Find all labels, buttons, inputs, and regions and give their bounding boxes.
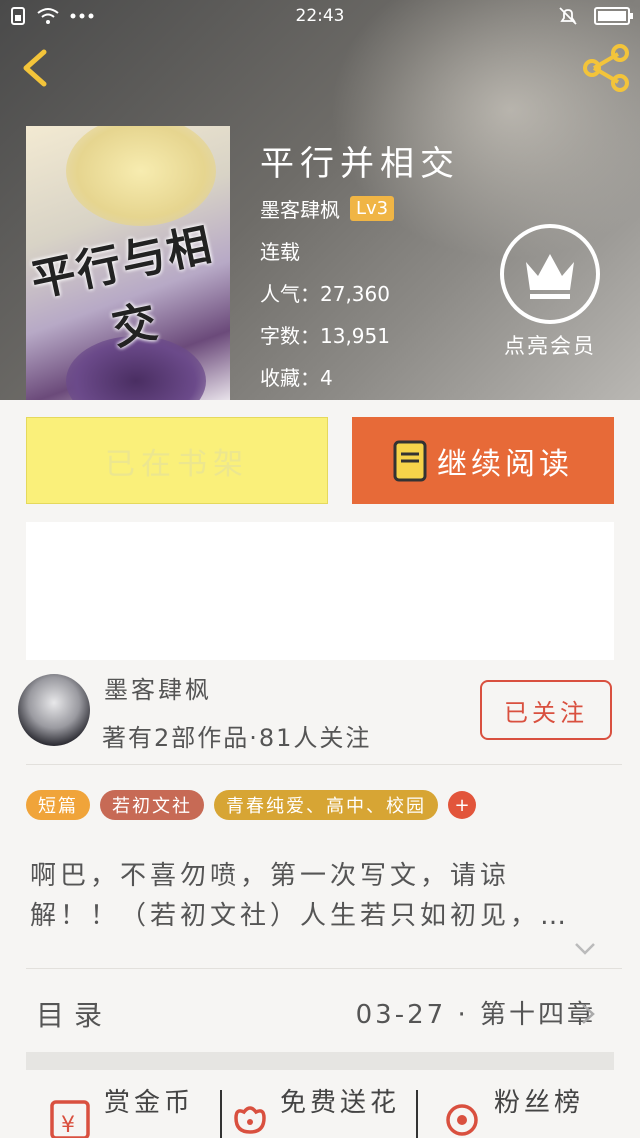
tag-genre[interactable]: 短篇	[26, 790, 90, 820]
share-button[interactable]	[580, 42, 632, 94]
mute-bell-icon	[559, 7, 577, 25]
tag-club[interactable]: 若初文社	[100, 790, 204, 820]
word-count: 字数：13,951	[260, 324, 390, 348]
battery-icon	[594, 7, 633, 25]
book-header: 22:43 平行与相交 平行并相交 墨客肆枫 Lv3 连载 人气：27,360 …	[0, 0, 640, 400]
toc-row[interactable]: 目录 03-27 · 第十四章	[0, 972, 640, 1052]
svg-text:¥: ¥	[61, 1113, 79, 1138]
divider	[26, 968, 622, 969]
author-section: 墨客肆枫 著有2部作品·81人关注 已关注	[0, 660, 640, 764]
follow-button[interactable]: 已关注	[480, 680, 612, 740]
continue-reading-label: 继续阅读	[437, 446, 573, 482]
latest-chapter: 03-27 · 第十四章	[355, 1000, 596, 1030]
favorites: 收藏：4	[260, 366, 333, 390]
book-cover[interactable]: 平行与相交	[26, 126, 230, 400]
level-badge: Lv3	[350, 196, 395, 221]
flower-icon	[234, 1106, 266, 1134]
status-bar: 22:43	[0, 0, 640, 32]
synopsis-line: 解！！（若初文社）人生若只如初见，…	[30, 901, 571, 931]
chevron-right-icon	[582, 1004, 595, 1024]
continue-reading-button[interactable]: 继续阅读	[352, 417, 614, 504]
cover-title: 平行与相交	[26, 219, 218, 356]
on-shelf-button[interactable]: 已在书架	[26, 417, 328, 504]
section-gap	[26, 1052, 614, 1070]
back-button[interactable]	[16, 44, 56, 92]
book-title: 平行并相交	[260, 144, 460, 184]
reward-button[interactable]: ¥ 赏金币	[46, 1082, 194, 1138]
add-tag-button[interactable]: +	[448, 791, 476, 819]
bottom-actions: ¥ 赏金币 免费送花 粉丝榜	[0, 1082, 640, 1138]
red-envelope-icon: ¥	[50, 1100, 90, 1138]
send-flowers-button[interactable]: 免费送花	[230, 1082, 400, 1138]
toc-label: 目录	[36, 999, 113, 1032]
tag-list: 短篇 若初文社 青春纯爱、高中、校园 +	[26, 790, 476, 820]
author-name[interactable]: 墨客肆枫	[260, 194, 340, 223]
tag-theme[interactable]: 青春纯爱、高中、校园	[214, 790, 438, 820]
medal-icon	[446, 1104, 478, 1136]
crown-icon	[526, 254, 574, 299]
serial-status: 连载	[260, 240, 300, 264]
fans-ranking-button[interactable]: 粉丝榜	[440, 1082, 584, 1138]
fans-ranking-label: 粉丝榜	[494, 1088, 585, 1118]
book-icon	[393, 440, 427, 481]
author-row: 墨客肆枫 Lv3	[260, 194, 395, 223]
blank-card	[26, 522, 614, 660]
reward-label: 赏金币	[104, 1088, 195, 1118]
author-summary: 著有2部作品·81人关注	[102, 724, 372, 752]
synopsis[interactable]: 啊巴，不喜勿喷，第一次写文，请谅 解！！（若初文社）人生若只如初见，…	[30, 856, 600, 936]
synopsis-line: 啊巴，不喜勿喷，第一次写文，请谅	[30, 861, 511, 891]
vip-label[interactable]: 点亮会员	[480, 330, 620, 360]
author-section-name[interactable]: 墨客肆枫	[104, 670, 212, 705]
divider	[26, 764, 622, 765]
divider	[416, 1090, 418, 1138]
popularity: 人气：27,360	[260, 282, 390, 306]
status-time: 22:43	[295, 6, 345, 26]
chevron-down-icon[interactable]	[574, 940, 596, 958]
avatar[interactable]	[18, 674, 90, 746]
status-right	[558, 6, 633, 26]
send-flowers-label: 免费送花	[280, 1088, 401, 1118]
divider	[220, 1090, 222, 1138]
vip-button[interactable]	[500, 224, 600, 324]
